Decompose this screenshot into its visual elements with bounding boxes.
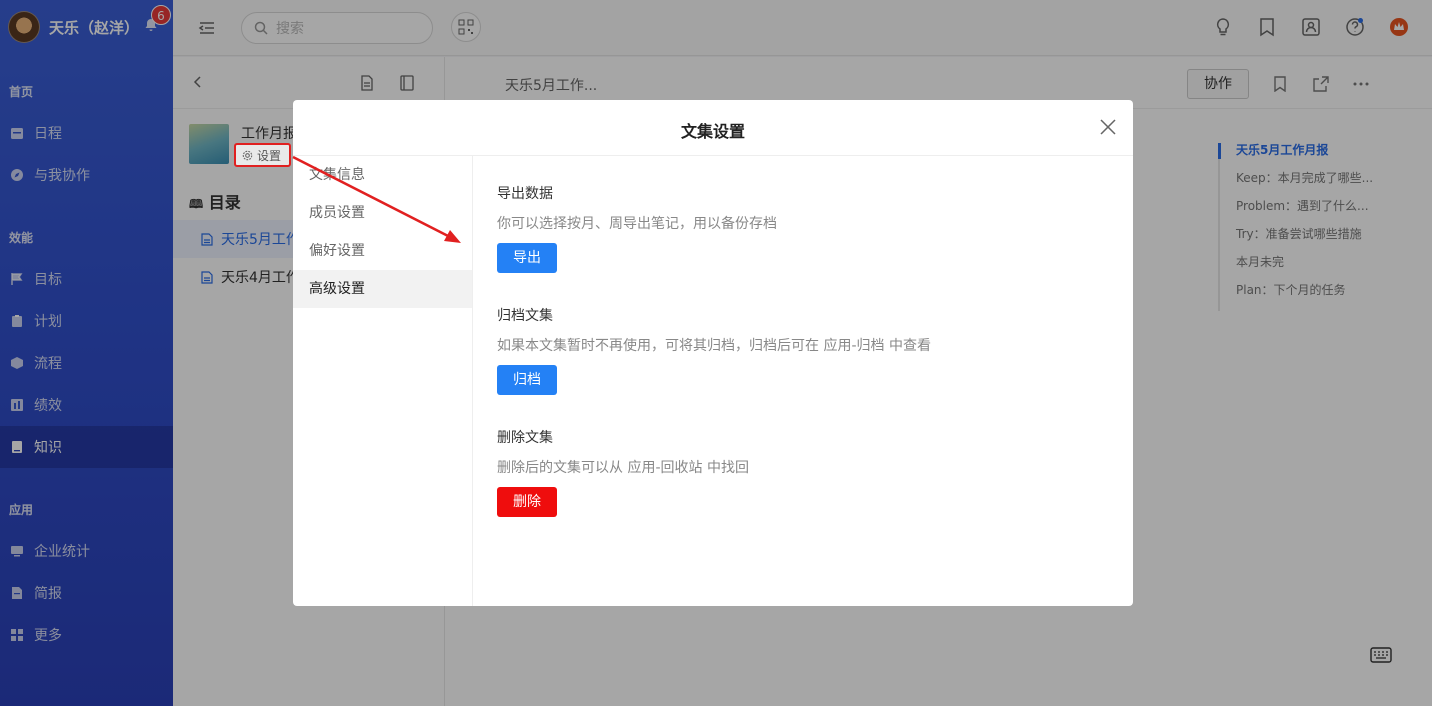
archive-button[interactable]: 归档 (497, 365, 557, 395)
section-description: 如果本文集暂时不再使用，可将其归档，归档后可在 应用-归档 中查看 (497, 338, 931, 354)
collection-settings-button[interactable]: 设置 (234, 143, 291, 167)
section-description: 你可以选择按月、周导出笔记，用以备份存档 (497, 216, 777, 232)
dialog-title: 文集设置 (680, 122, 745, 141)
section-title: 删除文集 (497, 430, 553, 446)
section-title: 归档文集 (497, 308, 553, 324)
tab-preference-settings[interactable]: 偏好设置 (293, 232, 472, 270)
export-section: 导出数据 你可以选择按月、周导出笔记，用以备份存档 导出 (497, 183, 777, 273)
gear-icon (242, 150, 253, 160)
section-description: 删除后的文集可以从 应用-回收站 中找回 (497, 460, 749, 476)
delete-button[interactable]: 删除 (497, 487, 557, 517)
archive-section: 归档文集 如果本文集暂时不再使用，可将其归档，归档后可在 应用-归档 中查看 归… (497, 305, 931, 395)
tab-member-settings[interactable]: 成员设置 (293, 194, 472, 232)
close-icon[interactable] (1099, 118, 1117, 136)
tab-collection-info[interactable]: 文集信息 (293, 156, 472, 194)
delete-section: 删除文集 删除后的文集可以从 应用-回收站 中找回 删除 (497, 427, 749, 517)
settings-label: 设置 (257, 148, 282, 163)
collection-settings-dialog: 文集设置 文集信息 成员设置 偏好设置 高级设置 导出数据 你可以选择按月、周导… (293, 100, 1133, 606)
dialog-header: 文集设置 (293, 100, 1133, 156)
section-title: 导出数据 (497, 186, 553, 202)
tab-advanced-settings[interactable]: 高级设置 (293, 270, 472, 308)
export-button[interactable]: 导出 (497, 243, 557, 273)
dialog-nav: 文集信息 成员设置 偏好设置 高级设置 (293, 156, 473, 606)
